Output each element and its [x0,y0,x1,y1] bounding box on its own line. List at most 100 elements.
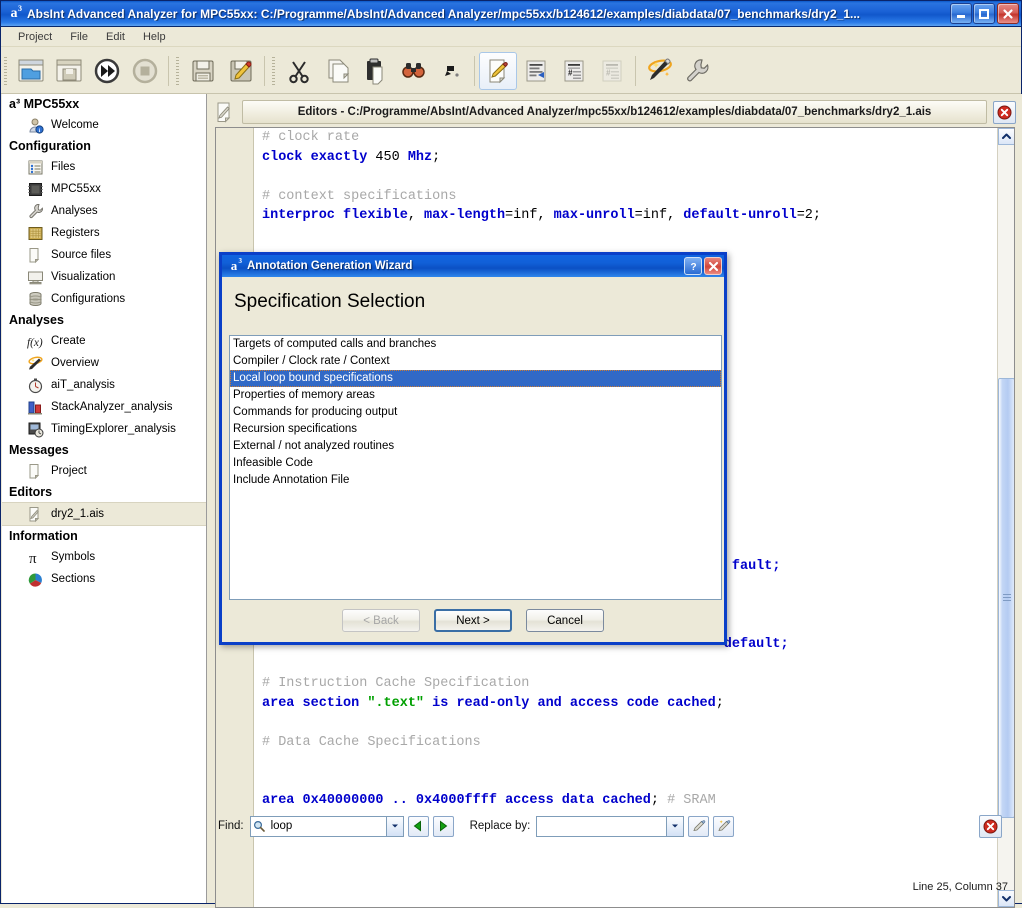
code-line: 18interproc flexible, max-length=inf, ma… [216,206,997,226]
sidebar-group-information: Information [9,529,78,543]
annotation-wizard-icon[interactable] [640,52,678,90]
code-line-text: # context specifications [262,188,457,204]
code-line: 48area 0x40000000 .. 0x4000ffff access d… [216,791,997,811]
list-item[interactable]: External / not analyzed routines [230,438,721,455]
list-item[interactable]: Infeasible Code [230,455,721,472]
find-icon[interactable] [394,52,432,90]
dialog-close-button[interactable] [704,257,722,275]
toolbar-grip[interactable] [4,56,7,85]
document-icon [26,246,44,264]
sidebar-item-ait-analysis[interactable]: aiT_analysis [2,374,206,396]
menu-item-help[interactable]: Help [134,29,175,45]
sidebar-item-label: Files [51,161,76,173]
find-input-value: loop [270,820,293,832]
code-line: 47 [216,771,997,791]
document-icon [26,462,44,480]
sidebar-item-create[interactable]: f(x) Create [2,330,206,352]
sidebar-item-welcome[interactable]: i Welcome [2,114,206,136]
sidebar-group-configuration: Configuration [9,139,91,153]
a3-icon: a3 [10,3,23,21]
scroll-up-button[interactable] [998,128,1014,145]
open-project-icon[interactable] [12,52,50,90]
sidebar-item-label: Welcome [51,119,99,131]
sidebar-item-label: dry2_1.ais [51,508,105,520]
list-item[interactable]: Local loop bound specifications [230,370,721,387]
replace-one-button[interactable] [688,815,710,837]
close-button[interactable] [997,3,1019,24]
find-input[interactable]: loop [249,815,404,837]
sidebar-item-label: TimingExplorer_analysis [51,423,176,435]
sidebar-item-files[interactable]: Files [2,156,206,178]
sidebar-item-visualization[interactable]: Visualization [2,266,206,288]
list-item[interactable]: Commands for producing output [230,404,721,421]
sidebar-item-dry2-1-ais[interactable]: dry2_1.ais [2,502,206,526]
list-item[interactable]: Properties of memory areas [230,387,721,404]
sidebar-item-project-messages[interactable]: Project [2,460,206,482]
copy-icon[interactable] [318,52,356,90]
menu-item-edit[interactable]: Edit [97,29,134,45]
find-previous-button[interactable] [407,815,429,837]
chevron-down-icon[interactable] [666,816,684,836]
code-line-text: # clock rate [262,130,360,145]
sidebar-item-registers[interactable]: Registers [2,222,206,244]
find-next-button[interactable] [432,815,454,837]
a3-icon: a3 [230,257,242,273]
hide-line-numbers-icon[interactable]: # [593,52,631,90]
sidebar-item-label: Source files [51,249,112,261]
back-button[interactable]: < Back [342,609,420,632]
cut-icon[interactable] [280,52,318,90]
sidebar-item-configurations[interactable]: Configurations [2,288,206,310]
toolbar-grip[interactable] [176,56,179,85]
sidebar-item-mpc55xx[interactable]: MPC55xx [2,178,206,200]
dialog-help-button[interactable]: ? [684,257,702,275]
next-button[interactable]: Next > [434,609,512,632]
toolbar-separator [264,55,265,86]
sidebar-item-timingexplorer-analysis[interactable]: TimingExplorer_analysis [2,418,206,440]
save-as-file-icon[interactable] [222,52,260,90]
editor-header-title: Editors - C:/Programme/AbsInt/Advanced A… [242,100,987,124]
chevron-down-icon[interactable] [385,816,403,836]
wrench-icon [26,202,44,220]
editor-toggle-icon[interactable] [479,51,517,90]
find-label: Find: [218,820,244,832]
list-item[interactable]: Recursion specifications [230,421,721,438]
specification-list[interactable]: Targets of computed calls and branches Co… [229,335,722,600]
editor-vertical-scrollbar[interactable] [997,128,1014,907]
settings-wrench-icon[interactable] [678,52,716,90]
cancel-button[interactable]: Cancel [526,609,604,632]
sidebar-item-label: Project [51,465,87,477]
toolbar-grip[interactable] [272,56,275,85]
minimize-button[interactable] [950,3,972,24]
goto-icon[interactable] [432,52,470,90]
replace-input[interactable] [536,815,685,837]
sidebar-item-analyses[interactable]: Analyses [2,200,206,222]
stop-analysis-icon[interactable] [126,52,164,90]
list-item[interactable]: Include Annotation File [230,472,721,489]
sidebar-item-stackanalyzer-analysis[interactable]: StackAnalyzer_analysis [2,396,206,418]
editor-close-button[interactable] [993,100,1016,124]
save-project-icon[interactable] [50,52,88,90]
menu-item-project[interactable]: Project [9,29,61,45]
list-item[interactable]: Compiler / Clock rate / Context [230,353,721,370]
code-line: 43area section ".text" is read-only and … [216,693,997,713]
wrap-lines-icon[interactable] [517,52,555,90]
sidebar-item-source-files[interactable]: Source files [2,244,206,266]
show-line-numbers-icon[interactable]: # [555,52,593,90]
pencil-page-icon [26,505,44,523]
list-item[interactable]: Targets of computed calls and branches [230,336,721,353]
scroll-thumb[interactable] [998,378,1014,818]
menu-item-file[interactable]: File [61,29,97,45]
run-analysis-icon[interactable] [88,52,126,90]
maximize-button[interactable] [973,3,995,24]
sidebar-item-sections[interactable]: Sections [2,568,206,590]
save-file-icon[interactable] [184,52,222,90]
sidebar-item-overview[interactable]: Overview [2,352,206,374]
replace-all-button[interactable] [713,815,735,837]
paste-icon[interactable] [356,52,394,90]
registers-grid-icon [26,224,44,242]
find-bar-close-button[interactable] [979,815,1002,838]
fx-icon: f(x) [26,332,44,350]
sidebar-item-symbols[interactable]: π Symbols [2,546,206,568]
